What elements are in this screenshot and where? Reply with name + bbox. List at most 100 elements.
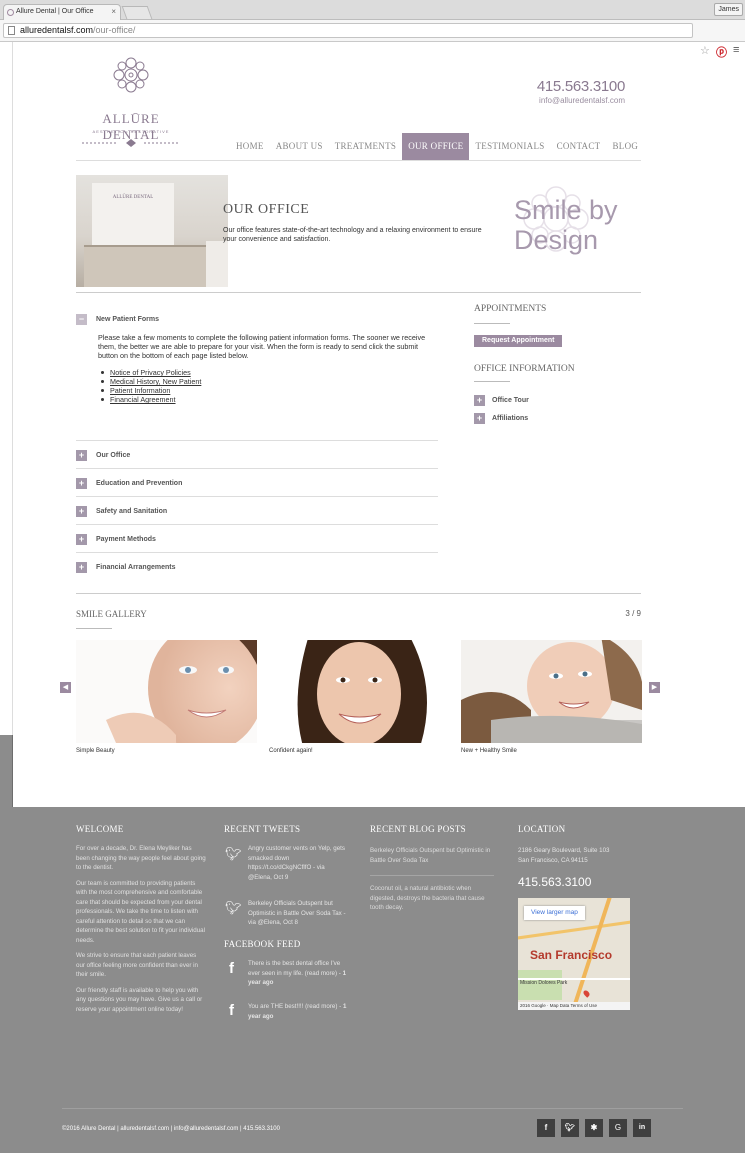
footer-welcome-heading: WELCOME — [76, 824, 124, 834]
footer-tweets-heading: RECENT TWEETS — [224, 824, 301, 834]
gallery-image-3[interactable] — [461, 640, 642, 743]
expand-icon[interactable]: + — [76, 449, 87, 461]
blog-divider — [370, 875, 494, 876]
address-line: San Francisco, CA 94115 — [518, 857, 588, 864]
list-item: Medical History, New Patient — [98, 377, 201, 386]
sidebar-item-affiliations[interactable]: + Affiliations — [474, 413, 528, 424]
url-path: /our-office/ — [93, 25, 136, 35]
gallery-prev-arrow-icon[interactable]: ◀ — [60, 682, 71, 693]
linkedin-icon[interactable]: in — [633, 1119, 651, 1137]
nav-treatments[interactable]: TREATMENTS — [329, 133, 403, 160]
facebook-post[interactable]: You are THE best!!!! (read more) - 1 yea… — [248, 1002, 348, 1021]
pinterest-icon[interactable]: ⓟ — [716, 44, 727, 60]
sidebar-item-label: Office Tour — [492, 397, 529, 404]
gallery-next-arrow-icon[interactable]: ▶ — [649, 682, 660, 693]
expand-icon[interactable]: + — [76, 505, 87, 517]
footer-phone[interactable]: 415.563.3100 — [518, 875, 591, 889]
blog-post-link[interactable]: Coconut oil, a natural antibiotic when d… — [370, 884, 495, 913]
accordion-label: Safety and Sanitation — [96, 507, 168, 515]
list-item: Patient Information — [98, 386, 201, 395]
gallery-divider — [76, 593, 641, 594]
page-description: Our office features state-of-the-art tec… — [223, 227, 482, 243]
nav-home[interactable]: HOME — [230, 133, 270, 160]
office-photo-sign: ALLŪRE DENTAL — [112, 195, 154, 200]
facebook-icon: f — [229, 960, 234, 977]
expand-icon[interactable]: + — [76, 561, 87, 573]
blog-post-link[interactable]: Berkeley Officials Outspent but Optimist… — [370, 846, 495, 865]
office-photo: ALLŪRE DENTAL — [76, 175, 228, 287]
browser-tab[interactable]: Allure Dental | Our Office × — [3, 4, 121, 20]
tweet[interactable]: Berkeley Officials Outspent but Optimist… — [248, 899, 348, 928]
accordion-new-patient-forms[interactable]: − New Patient Forms — [76, 312, 159, 326]
favicon-icon — [7, 9, 14, 16]
welcome-paragraph: Our team is committed to providing patie… — [76, 879, 205, 944]
welcome-paragraph: Our friendly staff is available to help … — [76, 986, 203, 1013]
list-item: Financial Agreement — [98, 395, 201, 404]
page-icon — [8, 26, 15, 35]
view-larger-map-button[interactable]: View larger map — [524, 906, 585, 920]
form-link[interactable]: Notice of Privacy Policies — [110, 368, 191, 377]
collapse-icon[interactable]: − — [76, 313, 87, 325]
location-map[interactable]: View larger map San Francisco Mission Do… — [518, 898, 630, 1010]
accordion-divider — [76, 552, 438, 553]
gallery-title: SMILE GALLERY — [76, 609, 147, 619]
url-input[interactable]: alluredentalsf.com/our-office/ — [3, 23, 693, 38]
welcome-paragraph: For over a decade, Dr. Elena Meyliker ha… — [76, 845, 206, 871]
tweet[interactable]: Angry customer vents on Yelp, gets smack… — [248, 844, 348, 882]
form-link[interactable]: Medical History, New Patient — [110, 377, 201, 386]
google-plus-icon[interactable]: G — [609, 1119, 627, 1137]
nav-testimonials[interactable]: TESTIMONIALS — [469, 133, 550, 160]
footer-facebook-heading: FACEBOOK FEED — [224, 939, 301, 949]
list-item: Notice of Privacy Policies — [98, 368, 201, 377]
gallery-caption-3: New + Healthy Smile — [461, 748, 517, 754]
form-link[interactable]: Financial Agreement — [110, 395, 176, 404]
facebook-post[interactable]: There is the best dental office I've eve… — [248, 959, 348, 988]
office-information-heading: OFFICE INFORMATION — [474, 364, 575, 374]
nav-about-us[interactable]: ABOUT US — [270, 133, 329, 160]
accordion-education[interactable]: + Education and Prevention — [76, 476, 182, 490]
expand-icon[interactable]: + — [76, 533, 87, 545]
accordion-payment[interactable]: + Payment Methods — [76, 532, 156, 546]
heading-underline — [474, 323, 510, 324]
expand-icon[interactable]: + — [474, 413, 485, 424]
accordion-safety[interactable]: + Safety and Sanitation — [76, 504, 167, 518]
logo-flower-icon — [113, 57, 149, 93]
yelp-icon[interactable]: ✱ — [585, 1119, 603, 1137]
nav-blog[interactable]: BLOG — [606, 133, 644, 160]
form-link[interactable]: Patient Information — [110, 386, 170, 395]
twitter-icon[interactable]: 🐦︎ — [561, 1119, 579, 1137]
footer-blog-heading: RECENT BLOG POSTS — [370, 824, 466, 834]
gallery-image-2[interactable] — [269, 640, 450, 743]
expand-icon[interactable]: + — [474, 395, 485, 406]
nav-our-office[interactable]: OUR OFFICE — [402, 133, 470, 160]
new-tab-button[interactable] — [121, 6, 153, 19]
footer-divider — [62, 1108, 683, 1109]
close-tab-icon[interactable]: × — [111, 5, 116, 19]
post-text: There is the best dental office I've eve… — [248, 960, 341, 977]
gallery-image-1[interactable] — [76, 640, 257, 743]
appointments-heading: APPOINTMENTS — [474, 304, 547, 314]
logo-divider — [82, 139, 180, 147]
heading-underline — [76, 628, 112, 629]
accordion-financial[interactable]: + Financial Arrangements — [76, 560, 176, 574]
nav-contact[interactable]: CONTACT — [551, 133, 607, 160]
site-logo[interactable]: ALLŪRE DENTAL AESTHETIC • RESTORATIVE — [76, 55, 186, 155]
gallery-photo-woman-3 — [461, 640, 642, 743]
twitter-icon: 🐦︎ — [225, 846, 242, 861]
nav-divider — [76, 160, 641, 161]
request-appointment-button[interactable]: Request Appointment — [474, 335, 563, 347]
accordion-our-office[interactable]: + Our Office — [76, 448, 130, 462]
menu-icon[interactable]: ≡ — [733, 44, 739, 56]
accordion-label: Our Office — [96, 451, 131, 459]
header-phone[interactable]: 415.563.3100 — [537, 78, 625, 95]
gallery-counter: 3 / 9 — [625, 609, 641, 618]
footer-welcome-text: For over a decade, Dr. Elena Meyliker ha… — [76, 844, 206, 1020]
facebook-icon: f — [229, 1002, 234, 1019]
bookmark-star-icon[interactable]: ☆ — [700, 44, 710, 57]
sidebar-item-office-tour[interactable]: + Office Tour — [474, 395, 529, 406]
profile-button[interactable]: James — [714, 3, 743, 16]
header-email[interactable]: info@alluredentalsf.com — [539, 96, 625, 105]
logo-tagline: AESTHETIC • RESTORATIVE — [92, 129, 170, 134]
expand-icon[interactable]: + — [76, 477, 87, 489]
facebook-icon[interactable]: f — [537, 1119, 555, 1137]
